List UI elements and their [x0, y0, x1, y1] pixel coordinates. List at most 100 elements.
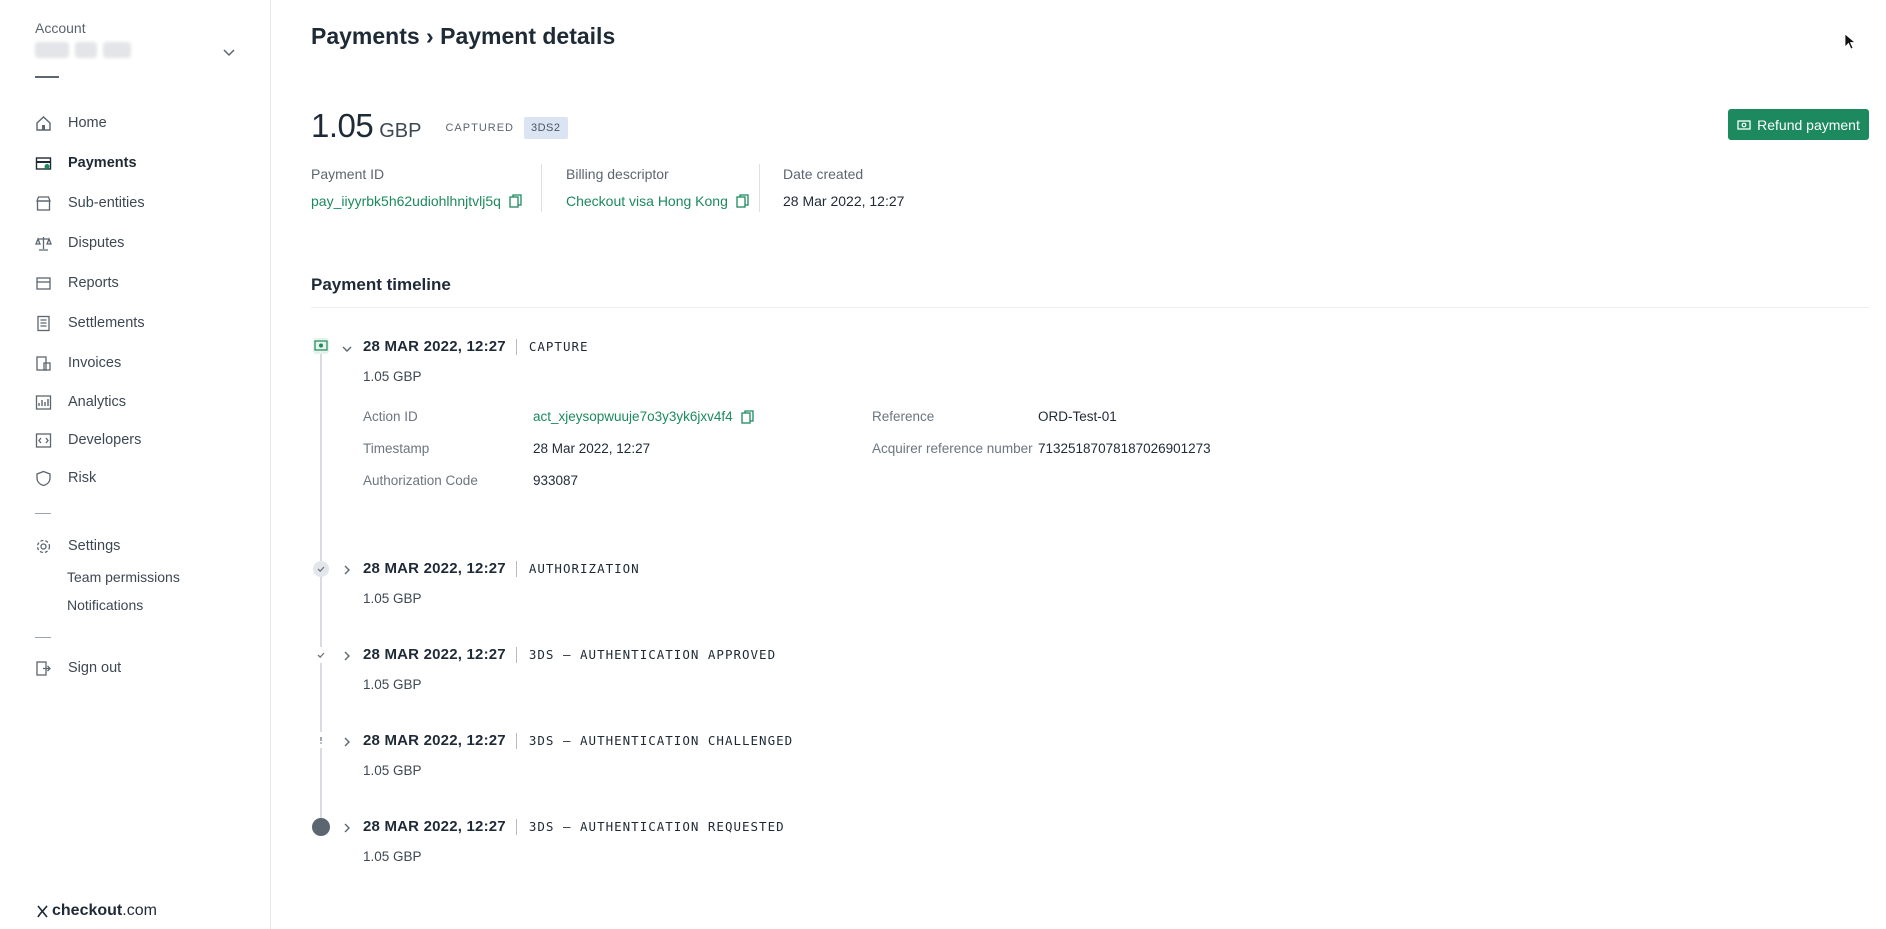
reference-value: ORD-Test-01 [1038, 409, 1117, 424]
refund-payment-button[interactable]: Refund payment [1728, 109, 1869, 140]
event-type: AUTHORIZATION [528, 561, 640, 576]
date-created-value: 28 Mar 2022, 12:27 [783, 193, 905, 209]
action-id-value[interactable]: act_xjeysopwuuje7o3y3yk6jxv4f4 [533, 409, 754, 424]
event-date: 28 MAR 2022, 12:27 [363, 818, 506, 835]
account-name-redacted [35, 42, 131, 58]
timestamp-value: 28 Mar 2022, 12:27 [533, 441, 651, 456]
payments-icon [35, 155, 52, 172]
timeline-event-header[interactable]: 28 MAR 2022, 12:27 CAPTURE [363, 338, 589, 355]
document-icon [35, 315, 52, 332]
event-type: 3DS – AUTHENTICATION CHALLENGED [528, 733, 794, 748]
authorization-code-label: Authorization Code [363, 473, 478, 488]
timeline-start-dot-icon [312, 818, 330, 836]
chevron-right-icon[interactable] [341, 822, 353, 834]
sidebar-item-sign-out[interactable]: Sign out [35, 656, 255, 680]
timestamp-label: Timestamp [363, 441, 430, 456]
sidebar-item-label: Sub-entities [68, 195, 145, 211]
sidebar-item-label: Settings [68, 538, 121, 554]
report-icon [35, 275, 52, 292]
timeline-event-header[interactable]: 28 MAR 2022, 12:27 AUTHORIZATION [363, 560, 640, 577]
check-icon [313, 647, 329, 663]
copy-icon[interactable] [740, 409, 754, 424]
sidebar-item-label: Home [68, 115, 107, 131]
sidebar-item-payments[interactable]: Payments [35, 151, 255, 175]
sidebar: Account Home Payments Sub-entities Dispu… [0, 0, 271, 929]
date-created-label: Date created [783, 166, 864, 182]
event-amount: 1.05 GBP [363, 369, 422, 384]
timeline-event-header[interactable]: 28 MAR 2022, 12:27 3DS – AUTHENTICATION … [363, 818, 785, 835]
brand-logo: checkout .com [35, 902, 157, 920]
event-date: 28 MAR 2022, 12:27 [363, 560, 506, 577]
chevron-right-icon[interactable] [341, 564, 353, 576]
billing-descriptor-value[interactable]: Checkout visa Hong Kong [566, 193, 749, 209]
event-type: 3DS – AUTHENTICATION APPROVED [528, 647, 777, 662]
check-icon [313, 561, 329, 577]
date-created-block: Date created 28 Mar 2022, 12:27 [783, 166, 904, 209]
sidebar-item-label: Sign out [68, 660, 122, 676]
sidebar-item-settlements[interactable]: Settlements [35, 311, 255, 335]
payment-id-text[interactable]: pay_iiyyrbk5h62udiohlhnjtvlj5q [311, 193, 501, 209]
sidebar-item-risk[interactable]: Risk [35, 466, 255, 490]
sidebar-item-label: Analytics [68, 394, 127, 410]
meta-divider [759, 164, 760, 212]
sidebar-item-sub-entities[interactable]: Sub-entities [35, 191, 255, 215]
authorization-code-value: 933087 [533, 473, 579, 488]
timeline-track [320, 352, 322, 826]
reference-label: Reference [872, 409, 935, 424]
chevron-right-icon[interactable] [341, 650, 353, 662]
timeline-event-header[interactable]: 28 MAR 2022, 12:27 3DS – AUTHENTICATION … [363, 646, 776, 663]
account-switcher[interactable]: Account [35, 20, 131, 58]
account-divider [35, 76, 59, 78]
home-icon [35, 115, 52, 132]
sidebar-item-home[interactable]: Home [35, 111, 255, 135]
event-date: 28 MAR 2022, 12:27 [363, 732, 506, 749]
sidebar-item-label: Payments [68, 155, 137, 171]
copy-icon[interactable] [736, 194, 749, 208]
event-date: 28 MAR 2022, 12:27 [363, 338, 506, 355]
meta-divider [541, 164, 542, 212]
event-amount: 1.05 GBP [363, 763, 422, 778]
billing-descriptor-text[interactable]: Checkout visa Hong Kong [566, 193, 728, 209]
chevron-down-icon[interactable] [222, 46, 236, 60]
sidebar-item-disputes[interactable]: Disputes [35, 231, 255, 255]
status-badge: 3DS2 [524, 117, 568, 139]
event-amount: 1.05 GBP [363, 591, 422, 606]
page-title: Payments › Payment details [311, 23, 616, 49]
sidebar-item-label: Reports [68, 275, 119, 291]
brand-suffix: .com [122, 902, 157, 919]
sidebar-item-developers[interactable]: Developers [35, 428, 255, 452]
section-divider [311, 307, 1869, 308]
payment-currency: GBP [379, 120, 422, 142]
account-label: Account [35, 20, 86, 36]
sidebar-item-label: Disputes [68, 235, 125, 251]
sign-out-icon [35, 660, 52, 677]
event-amount: 1.05 GBP [363, 677, 422, 692]
event-type: 3DS – AUTHENTICATION REQUESTED [528, 819, 785, 834]
gear-icon [35, 538, 52, 555]
payment-amount: 1.05 [311, 107, 374, 144]
billing-descriptor-block: Billing descriptor Checkout visa Hong Ko… [566, 166, 749, 209]
action-id-label: Action ID [363, 409, 418, 424]
sidebar-item-reports[interactable]: Reports [35, 271, 255, 295]
sidebar-item-settings[interactable]: Settings [35, 534, 255, 558]
shield-icon [35, 470, 52, 487]
sidebar-item-analytics[interactable]: Analytics [35, 390, 255, 414]
event-date: 28 MAR 2022, 12:27 [363, 646, 506, 663]
timeline-event-header[interactable]: 28 MAR 2022, 12:27 3DS – AUTHENTICATION … [363, 732, 793, 749]
sidebar-subitem-team-permissions[interactable]: Team permissions [67, 569, 180, 585]
payment-summary: 1.05 GBP CAPTURED 3DS2 [311, 107, 568, 145]
event-type: CAPTURE [528, 339, 589, 354]
mouse-cursor-icon [1844, 33, 1856, 50]
refund-icon [1737, 119, 1751, 130]
chevron-down-icon[interactable] [341, 343, 353, 355]
action-id-text[interactable]: act_xjeysopwuuje7o3y3yk6jxv4f4 [533, 409, 733, 424]
event-amount: 1.05 GBP [363, 849, 422, 864]
chevron-right-icon[interactable] [341, 736, 353, 748]
sidebar-item-invoices[interactable]: Invoices [35, 351, 255, 375]
sidebar-subitem-notifications[interactable]: Notifications [67, 597, 143, 613]
copy-icon[interactable] [509, 194, 522, 208]
acquirer-reference-value: 71325187078187026901273 [1038, 441, 1211, 456]
capture-status-icon [313, 338, 329, 354]
timeline-title: Payment timeline [311, 275, 451, 294]
payment-id-value[interactable]: pay_iiyyrbk5h62udiohlhnjtvlj5q [311, 193, 522, 209]
